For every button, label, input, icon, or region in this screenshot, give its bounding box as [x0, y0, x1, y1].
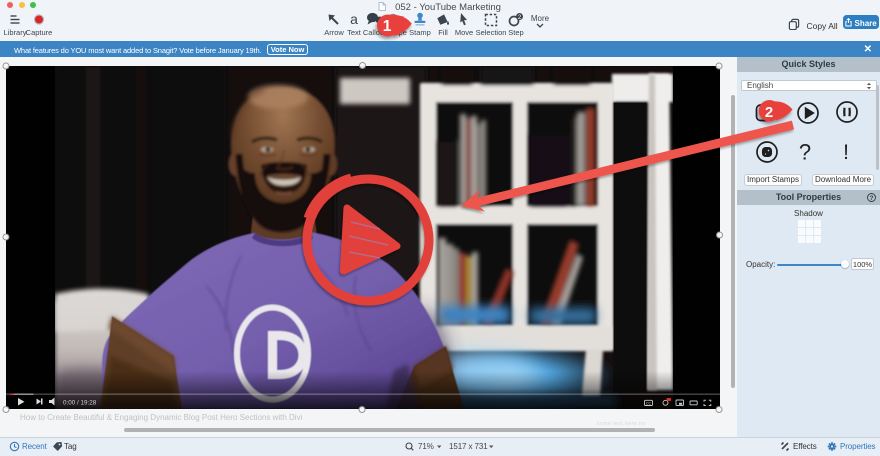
svg-text:!: ! — [843, 141, 849, 164]
svg-text:?: ? — [799, 140, 811, 165]
svg-text:?: ? — [870, 195, 874, 202]
svg-text:0:00 / 19:28: 0:00 / 19:28 — [63, 400, 97, 407]
svg-text:CC: CC — [646, 402, 652, 406]
